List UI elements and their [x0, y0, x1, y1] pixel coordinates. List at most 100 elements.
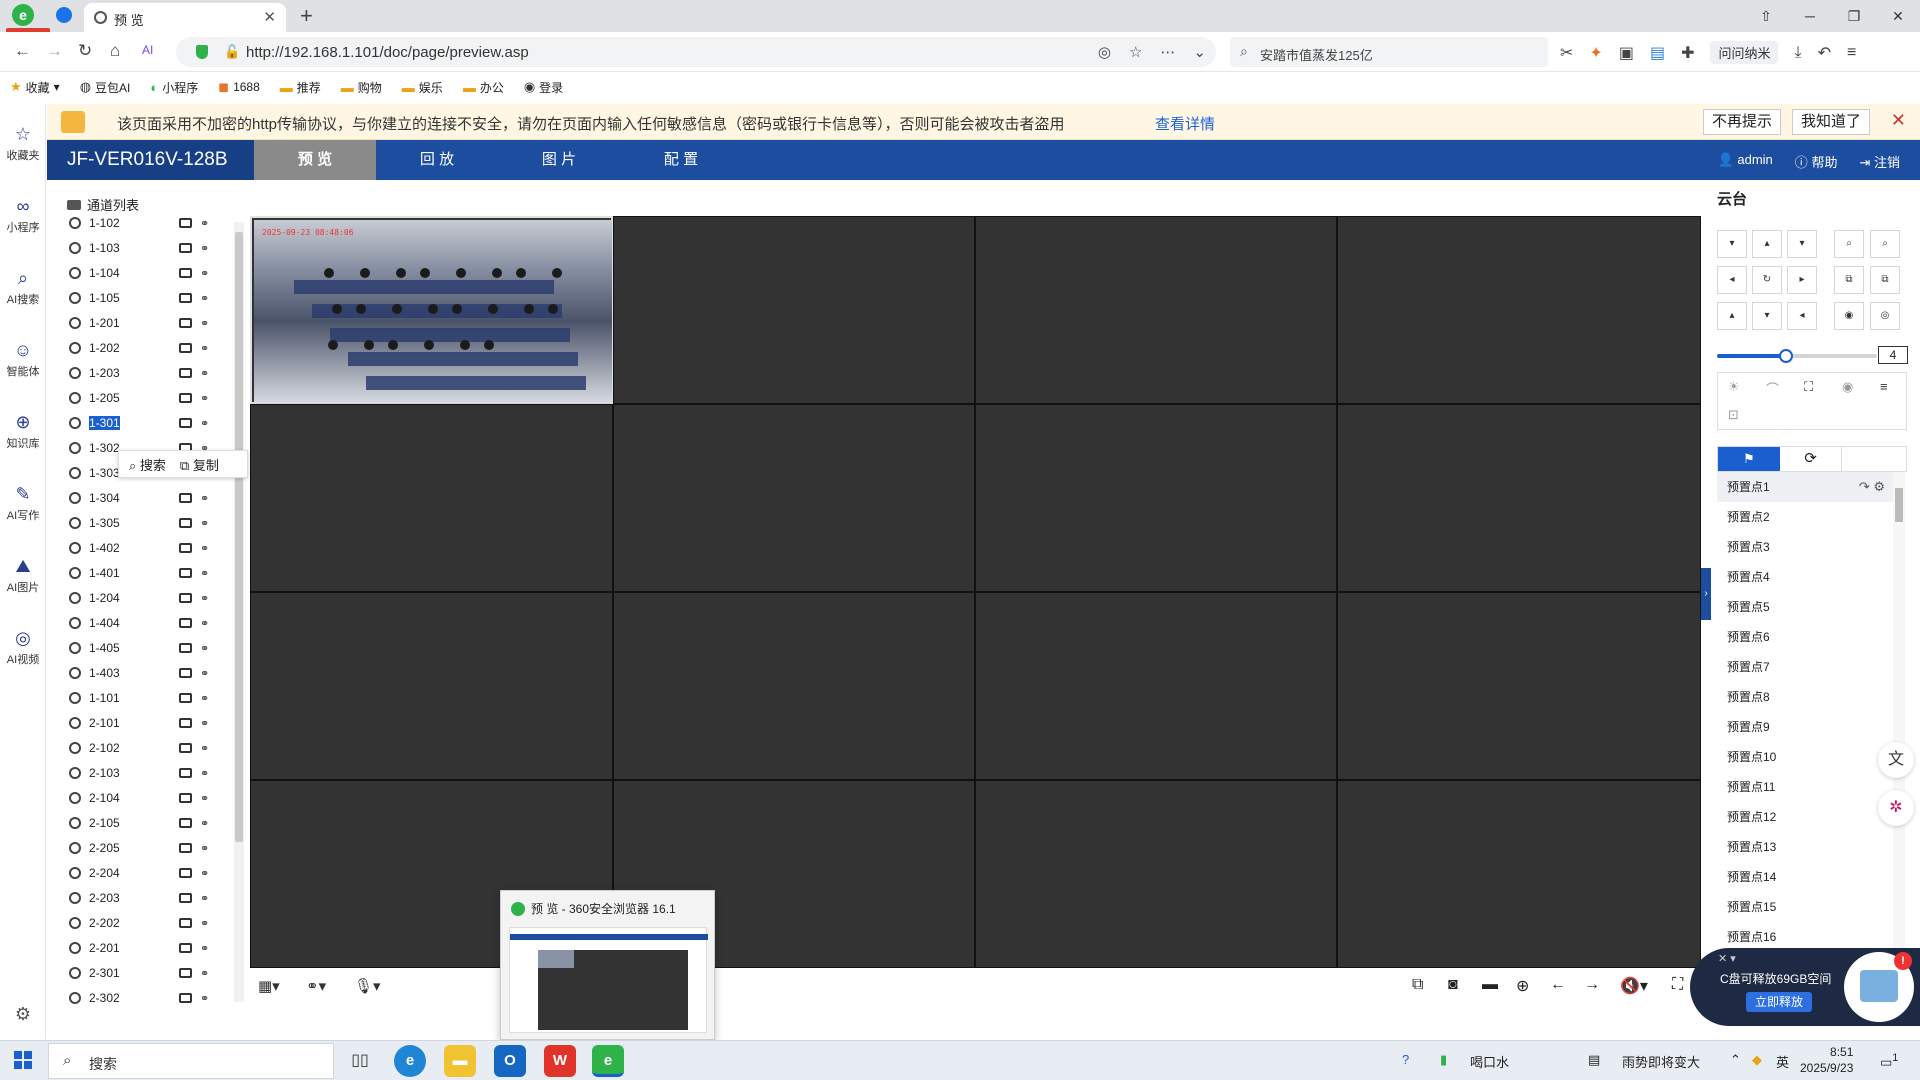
stream-icon[interactable]: ⚭ — [200, 917, 209, 930]
channel-item[interactable]: 1-101 ⚭ — [69, 687, 229, 709]
pinned-tab-icon[interactable] — [56, 7, 72, 23]
channel-item[interactable]: 1-204 ⚭ — [69, 587, 229, 609]
channel-item[interactable]: 1-102 ⚭ — [69, 212, 229, 234]
channel-item[interactable]: 1-202 ⚭ — [69, 337, 229, 359]
channel-item[interactable]: 1-401 ⚭ — [69, 562, 229, 584]
address-bar[interactable]: 🔓 http://192.168.1.101/doc/page/preview.… — [176, 37, 1216, 67]
video-window[interactable] — [1337, 780, 1701, 968]
sidebar-item-ai-writing[interactable]: ✎ AI写作 — [0, 484, 46, 523]
preset-item[interactable]: 预置点13 — [1717, 832, 1893, 862]
stream-select-icon[interactable]: ⚭▾ — [306, 977, 326, 995]
channel-item[interactable]: 1-405 ⚭ — [69, 637, 229, 659]
browser-tab[interactable]: 预 览 ✕ — [84, 3, 286, 32]
ai-float-icon[interactable]: ✲ — [1878, 790, 1914, 826]
popup-search-button[interactable]: ⌕ 搜索 — [129, 455, 166, 474]
restore-button[interactable]: ❐ — [1832, 0, 1876, 32]
start-button[interactable] — [14, 1051, 32, 1069]
preset-item[interactable]: 预置点12 — [1717, 802, 1893, 832]
light-icon[interactable]: ☀ — [1728, 379, 1740, 395]
nav-config[interactable]: 配 置 — [620, 140, 742, 180]
camera-feed[interactable]: 2025-09-23 08:48:06 — [254, 220, 612, 404]
url-text[interactable]: http://192.168.1.101/doc/page/preview.as… — [246, 44, 529, 61]
back-icon[interactable]: ← — [14, 41, 31, 61]
record-icon[interactable]: ▬ — [1482, 976, 1498, 994]
channel-item[interactable]: 1-402 ⚭ — [69, 537, 229, 559]
home-icon[interactable]: ⌂ — [110, 41, 120, 61]
ptz-down-button[interactable]: ▾ — [1752, 302, 1782, 330]
stream-icon[interactable]: ⚭ — [200, 592, 209, 605]
stream-icon[interactable]: ⚭ — [200, 992, 209, 1005]
record-icon[interactable] — [179, 843, 192, 853]
ptz-up-right-button[interactable]: ▾ — [1787, 230, 1817, 258]
bookmark-favorites[interactable]: ★ 收藏 ▾ — [10, 79, 60, 96]
video-window[interactable] — [975, 780, 1337, 968]
zoom-icon[interactable]: ⊕ — [1516, 976, 1529, 996]
focus-near-button[interactable]: ⧉ — [1834, 266, 1864, 294]
stream-icon[interactable]: ⚭ — [200, 767, 209, 780]
banner-close-icon[interactable]: ✕ — [1891, 110, 1906, 131]
channel-item[interactable]: 2-105 ⚭ — [69, 812, 229, 834]
record-icon[interactable] — [179, 343, 192, 353]
video-window[interactable] — [975, 592, 1337, 780]
record-icon[interactable] — [179, 993, 192, 1003]
preset-item[interactable]: 预置点10 — [1717, 742, 1893, 772]
preset-item[interactable]: 预置点1 ↷ ⚙ — [1717, 472, 1893, 502]
ptz-auto-button[interactable]: ↻ — [1752, 266, 1782, 294]
ptz-right-button[interactable]: ▸ — [1787, 266, 1817, 294]
video-window[interactable] — [250, 404, 613, 592]
location-icon[interactable]: ◎ — [1098, 43, 1111, 61]
bookmark-folder-shopping[interactable]: ▬ 购物 — [341, 79, 382, 96]
taskbar-search[interactable]: ⌕ 搜索 — [48, 1043, 334, 1079]
bookmark-star-icon[interactable]: ☆ — [1129, 43, 1142, 61]
stream-icon[interactable]: ⚭ — [200, 217, 209, 230]
search-text[interactable]: 安踏市值蒸发125亿 — [1260, 45, 1373, 64]
record-icon[interactable] — [179, 918, 192, 928]
stream-icon[interactable]: ⚭ — [200, 617, 209, 630]
release-now-button[interactable]: 立即释放 — [1746, 992, 1812, 1012]
ptz-up-button[interactable]: ▴ — [1752, 230, 1782, 258]
sidebar-item-ai-video[interactable]: ◎ AI视频 — [0, 628, 46, 667]
scissors-icon[interactable]: ✂ — [1560, 43, 1573, 63]
stream-icon[interactable]: ⚭ — [200, 842, 209, 855]
user-menu[interactable]: 👤 admin — [1718, 152, 1773, 171]
sidebar-settings[interactable]: ⚙ — [0, 1004, 46, 1027]
channel-item[interactable]: 1-103 ⚭ — [69, 237, 229, 259]
minimize-button[interactable]: ─ — [1788, 0, 1832, 32]
zoom-out-button[interactable]: ⌕ — [1834, 230, 1864, 258]
nav-preview[interactable]: 预 览 — [254, 140, 376, 180]
ai-icon[interactable]: AI — [142, 43, 153, 57]
bookmark-login[interactable]: ◉ 登录 — [524, 79, 563, 96]
wps-icon[interactable]: W — [544, 1045, 576, 1077]
search-box[interactable]: ⌕ 安踏市值蒸发125亿 — [1230, 37, 1548, 67]
sidebar-item-favorites[interactable]: ☆ 收藏夹 — [0, 124, 46, 163]
forward-icon[interactable]: → — [46, 41, 63, 61]
ptz-down-left-button[interactable]: ▴ — [1717, 302, 1747, 330]
focus-3d-icon[interactable]: ⛶ — [1804, 379, 1813, 395]
previous-page-icon[interactable]: ← — [1550, 976, 1566, 994]
preset-item[interactable]: 预置点14 — [1717, 862, 1893, 892]
record-icon[interactable] — [179, 418, 192, 428]
record-icon[interactable] — [179, 868, 192, 878]
stream-icon[interactable]: ⚭ — [200, 642, 209, 655]
record-icon[interactable] — [179, 318, 192, 328]
stream-icon[interactable]: ⚭ — [200, 292, 209, 305]
record-icon[interactable] — [179, 368, 192, 378]
game-icon[interactable]: ✦ — [1589, 43, 1602, 63]
ptz-speed-slider[interactable] — [1717, 349, 1877, 363]
record-icon[interactable] — [179, 893, 192, 903]
record-icon[interactable] — [179, 243, 192, 253]
record-icon[interactable] — [179, 593, 192, 603]
channel-item[interactable]: 2-103 ⚭ — [69, 762, 229, 784]
ptz-menu-icon[interactable]: ≡ — [1880, 379, 1888, 394]
channel-item[interactable]: 2-301 ⚭ — [69, 962, 229, 984]
menu-icon[interactable]: ≡ — [1847, 44, 1856, 62]
record-icon[interactable] — [179, 793, 192, 803]
video-window[interactable] — [613, 592, 975, 780]
bookmark-doubao[interactable]: ◍ 豆包AI — [80, 79, 131, 96]
channel-item[interactable]: 2-202 ⚭ — [69, 912, 229, 934]
weather-item[interactable]: 喝口水 — [1470, 1052, 1509, 1071]
ptz-down-right-button[interactable]: ◂ — [1787, 302, 1817, 330]
news-text[interactable]: 雨势即将变大 — [1622, 1052, 1700, 1071]
file-explorer-icon[interactable]: ▬ — [444, 1045, 476, 1077]
channel-item[interactable]: 2-102 ⚭ — [69, 737, 229, 759]
